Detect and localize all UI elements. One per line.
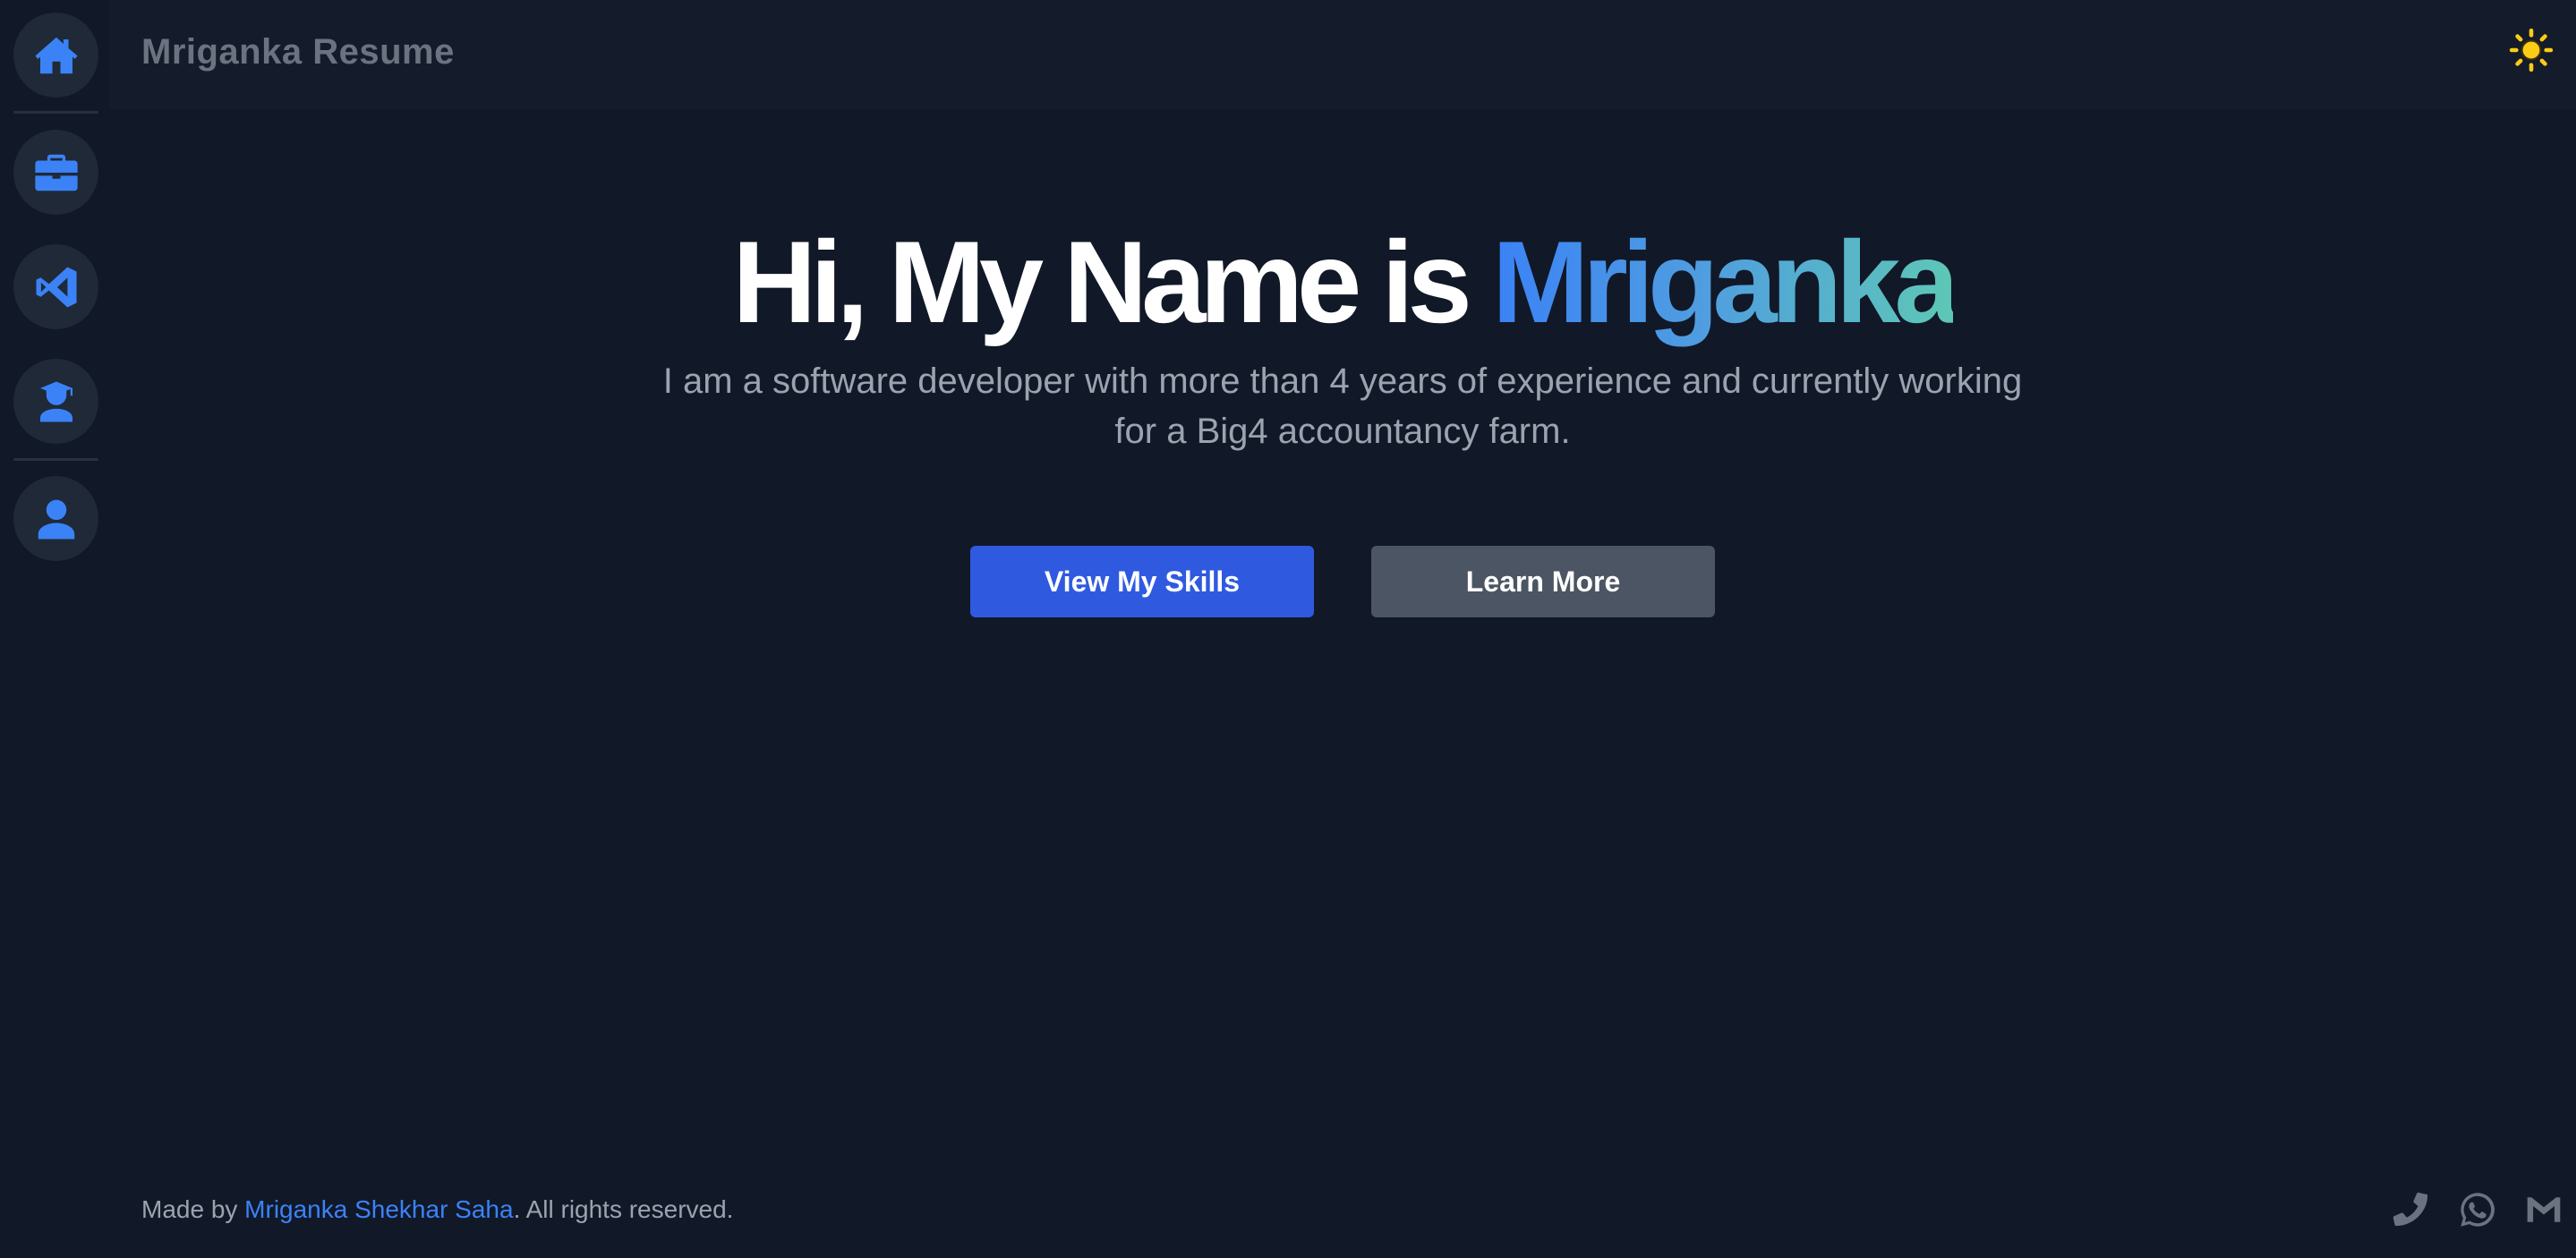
graduate-icon: [39, 381, 73, 421]
hero-title-name: Mriganka: [1491, 217, 1959, 347]
gmail-link[interactable]: [2524, 1190, 2563, 1229]
hero-title: Hi, My Name is Mriganka: [109, 215, 2576, 349]
user-icon: [38, 499, 74, 539]
author-link[interactable]: Mriganka Shekhar Saha: [244, 1195, 513, 1223]
home-icon: [34, 37, 78, 73]
hero-title-prefix: Hi, My Name is: [732, 217, 1492, 347]
phone-link[interactable]: [2392, 1190, 2431, 1229]
footer-credits: Made by Mriganka Shekhar Saha. All right…: [141, 1195, 733, 1224]
whatsapp-icon: [2461, 1193, 2495, 1227]
header: Mriganka Resume: [109, 0, 2576, 109]
briefcase-icon: [34, 154, 78, 191]
hero-section: Hi, My Name is Mriganka I am a software …: [109, 215, 2576, 617]
hero-buttons: View My Skills Learn More: [109, 546, 2576, 617]
vscode-icon: [36, 267, 76, 307]
hero-subtitle: I am a software developer with more than…: [662, 361, 2023, 451]
sidebar-item-skills[interactable]: [13, 244, 98, 329]
sidebar-divider: [13, 458, 98, 461]
footer-rights: . All rights reserved.: [513, 1195, 734, 1223]
sidebar-item-home[interactable]: [13, 13, 98, 98]
theme-toggle[interactable]: [2506, 25, 2556, 75]
sun-icon: [2509, 28, 2554, 72]
gmail-icon: [2527, 1197, 2561, 1222]
sidebar-item-education[interactable]: [13, 359, 98, 444]
whatsapp-link[interactable]: [2458, 1190, 2497, 1229]
learn-more-button[interactable]: Learn More: [1371, 546, 1715, 617]
sidebar: [0, 0, 109, 1258]
page: Mriganka Resume Hi, My Name is Mriganka …: [0, 0, 2576, 1258]
sidebar-divider: [13, 111, 98, 114]
app-title: Mriganka Resume: [141, 32, 455, 72]
sidebar-item-about[interactable]: [13, 476, 98, 561]
view-skills-button[interactable]: View My Skills: [970, 546, 1314, 617]
phone-icon: [2393, 1192, 2428, 1227]
footer-contact-icons: [2392, 1190, 2563, 1229]
sidebar-item-experience[interactable]: [13, 130, 98, 215]
footer-made-by: Made by: [141, 1195, 245, 1223]
